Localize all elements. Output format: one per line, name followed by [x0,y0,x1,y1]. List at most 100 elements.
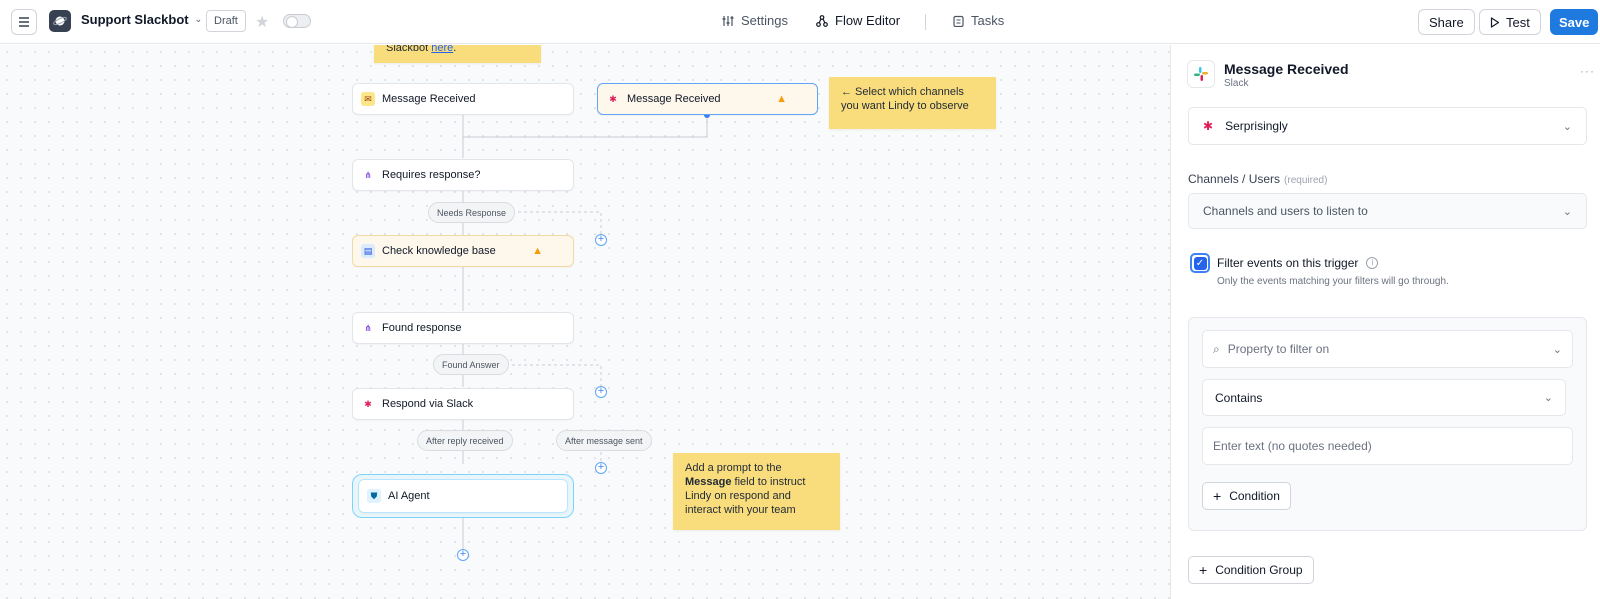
planet-icon [53,16,67,26]
channels-label-text: Channels / Users [1188,172,1281,186]
intro-note-link[interactable]: here [431,45,453,54]
add-condition-group-label: Condition Group [1215,563,1303,577]
add-step-plus-icon[interactable]: + [595,462,607,474]
add-condition-label: Condition [1229,489,1280,503]
tab-flow-editor-label: Flow Editor [835,13,901,28]
required-tag: (required) [1284,175,1328,186]
node-label: Respond via Slack [382,398,474,410]
account-value: Serprisingly [1225,119,1288,133]
slack-icon [1194,67,1208,81]
flow-canvas[interactable]: Slackbot here. ✉ Message Received ✱ Mess… [0,45,1170,599]
chevron-down-icon: ⌄ [1562,205,1572,218]
ai-agent-container[interactable]: ⛊ AI Agent [352,474,574,518]
operator-select[interactable]: Contains ⌄ [1202,379,1566,416]
test-label: Test [1506,14,1530,30]
plus-icon: + [1213,488,1222,504]
node-label: Found response [382,322,462,334]
draft-badge: Draft [206,10,246,32]
sliders-icon [722,15,734,26]
tab-flow-editor[interactable]: Flow Editor [816,13,900,28]
star-icon[interactable]: ★ [255,12,269,32]
add-condition-group-button[interactable]: + Condition Group [1188,556,1314,584]
agent-name: Support Slackbot [81,12,189,27]
channels-select[interactable]: Channels and users to listen to ⌄ [1188,193,1587,229]
plus-icon: + [1199,562,1208,578]
requires-response-node[interactable]: ⋔ Requires response? [352,159,574,191]
node-label: Message Received [627,93,721,105]
trigger-node-left[interactable]: ✉ Message Received [352,83,574,115]
slack-logo-icon [1187,60,1215,88]
found-response-node[interactable]: ⋔ Found response [352,312,574,344]
account-select[interactable]: ✱ Serprisingly ⌄ [1188,107,1587,145]
operator-value: Contains [1215,390,1263,405]
filter-events-checkbox[interactable] [1190,253,1210,273]
filter-text-placeholder: Enter text (no quotes needed) [1213,439,1372,453]
warning-icon: ▲ [532,245,543,257]
app-logo [49,10,71,32]
node-label: Message Received [382,93,476,105]
save-button[interactable]: Save [1550,9,1599,35]
add-step-plus-icon[interactable]: + [457,549,469,561]
intro-note: Slackbot here. [374,45,541,63]
hamburger-icon [19,17,29,27]
channels-placeholder: Channels and users to listen to [1203,204,1368,218]
tab-settings[interactable]: Settings [722,13,788,28]
after-message-pill[interactable]: After message sent [556,430,652,451]
more-options-icon[interactable]: ··· [1580,64,1595,78]
needs-response-pill[interactable]: Needs Response [428,202,516,223]
intro-note-text: Slackbot [386,45,432,54]
chevron-down-icon: ⌄ [1552,343,1562,356]
filter-text-input[interactable]: Enter text (no quotes needed) [1202,427,1573,465]
info-icon[interactable]: i [1366,257,1379,269]
menu-button[interactable] [11,9,37,35]
share-label: Share [1429,14,1464,30]
filter-label: Filter events on this trigger [1217,256,1359,270]
filter-label-row: Filter events on this trigger i [1217,256,1379,270]
channels-note: ← Select which channels you want Lindy t… [829,77,996,129]
search-icon: ⌕ [1213,341,1220,356]
add-condition-button[interactable]: + Condition [1202,482,1291,510]
channels-note-text: ← Select which channels you want Lindy t… [841,86,969,112]
property-placeholder: Property to filter on [1227,342,1330,356]
message-icon: ✉ [361,92,375,106]
node-label: Check knowledge base [382,245,496,257]
tab-tasks-label: Tasks [971,13,1005,28]
branch-icon: ⋔ [364,169,372,180]
tab-tasks[interactable]: Tasks [953,13,1004,28]
share-button[interactable]: Share [1418,9,1475,35]
add-step-plus-icon[interactable]: + [595,234,607,246]
warning-icon: ▲ [776,93,787,105]
tab-settings-label: Settings [741,13,788,28]
found-answer-pill[interactable]: Found Answer [433,354,509,375]
add-step-plus-icon[interactable]: + [595,386,607,398]
play-icon [1490,16,1500,28]
trigger-node-right[interactable]: ✱ Message Received ▲ [597,83,818,115]
prompt-note-before: Add a prompt to the [685,462,782,474]
chevron-down-icon: ⌄ [1562,120,1572,133]
channels-label: Channels / Users (required) [1188,172,1327,186]
enable-toggle[interactable] [283,14,311,28]
check-knowledge-base-node[interactable]: ▤ Check knowledge base ▲ [352,235,574,267]
save-label: Save [1559,14,1590,30]
slack-icon: ✱ [1203,119,1214,133]
top-bar: Support Slackbot ⌄ Draft ★ Settings Flow… [0,0,1600,44]
prompt-note-bold: Message [685,476,732,488]
clipboard-icon [953,15,964,27]
intro-note-end: . [453,45,457,54]
slack-icon: ✱ [609,93,617,104]
slack-icon: ✱ [364,398,372,409]
book-icon: ▤ [361,244,375,258]
test-button[interactable]: Test [1479,9,1541,35]
branch-icon: ⋔ [364,322,372,333]
property-filter-select[interactable]: ⌕ Property to filter on ⌄ [1202,330,1573,368]
respond-via-slack-node[interactable]: ✱ Respond via Slack [352,388,574,420]
agent-name-dropdown[interactable]: Support Slackbot ⌄ [81,12,202,27]
chevron-down-icon: ⌄ [1543,392,1553,404]
ai-agent-node[interactable]: ⛊ AI Agent [358,479,568,513]
chevron-down-icon: ⌄ [194,14,203,24]
prompt-note: Add a prompt to the Message field to ins… [673,453,840,530]
after-reply-pill[interactable]: After reply received [417,430,513,451]
agent-shield-icon: ⛊ [367,489,381,503]
node-label: Requires response? [382,169,481,181]
nav-divider [925,14,926,30]
